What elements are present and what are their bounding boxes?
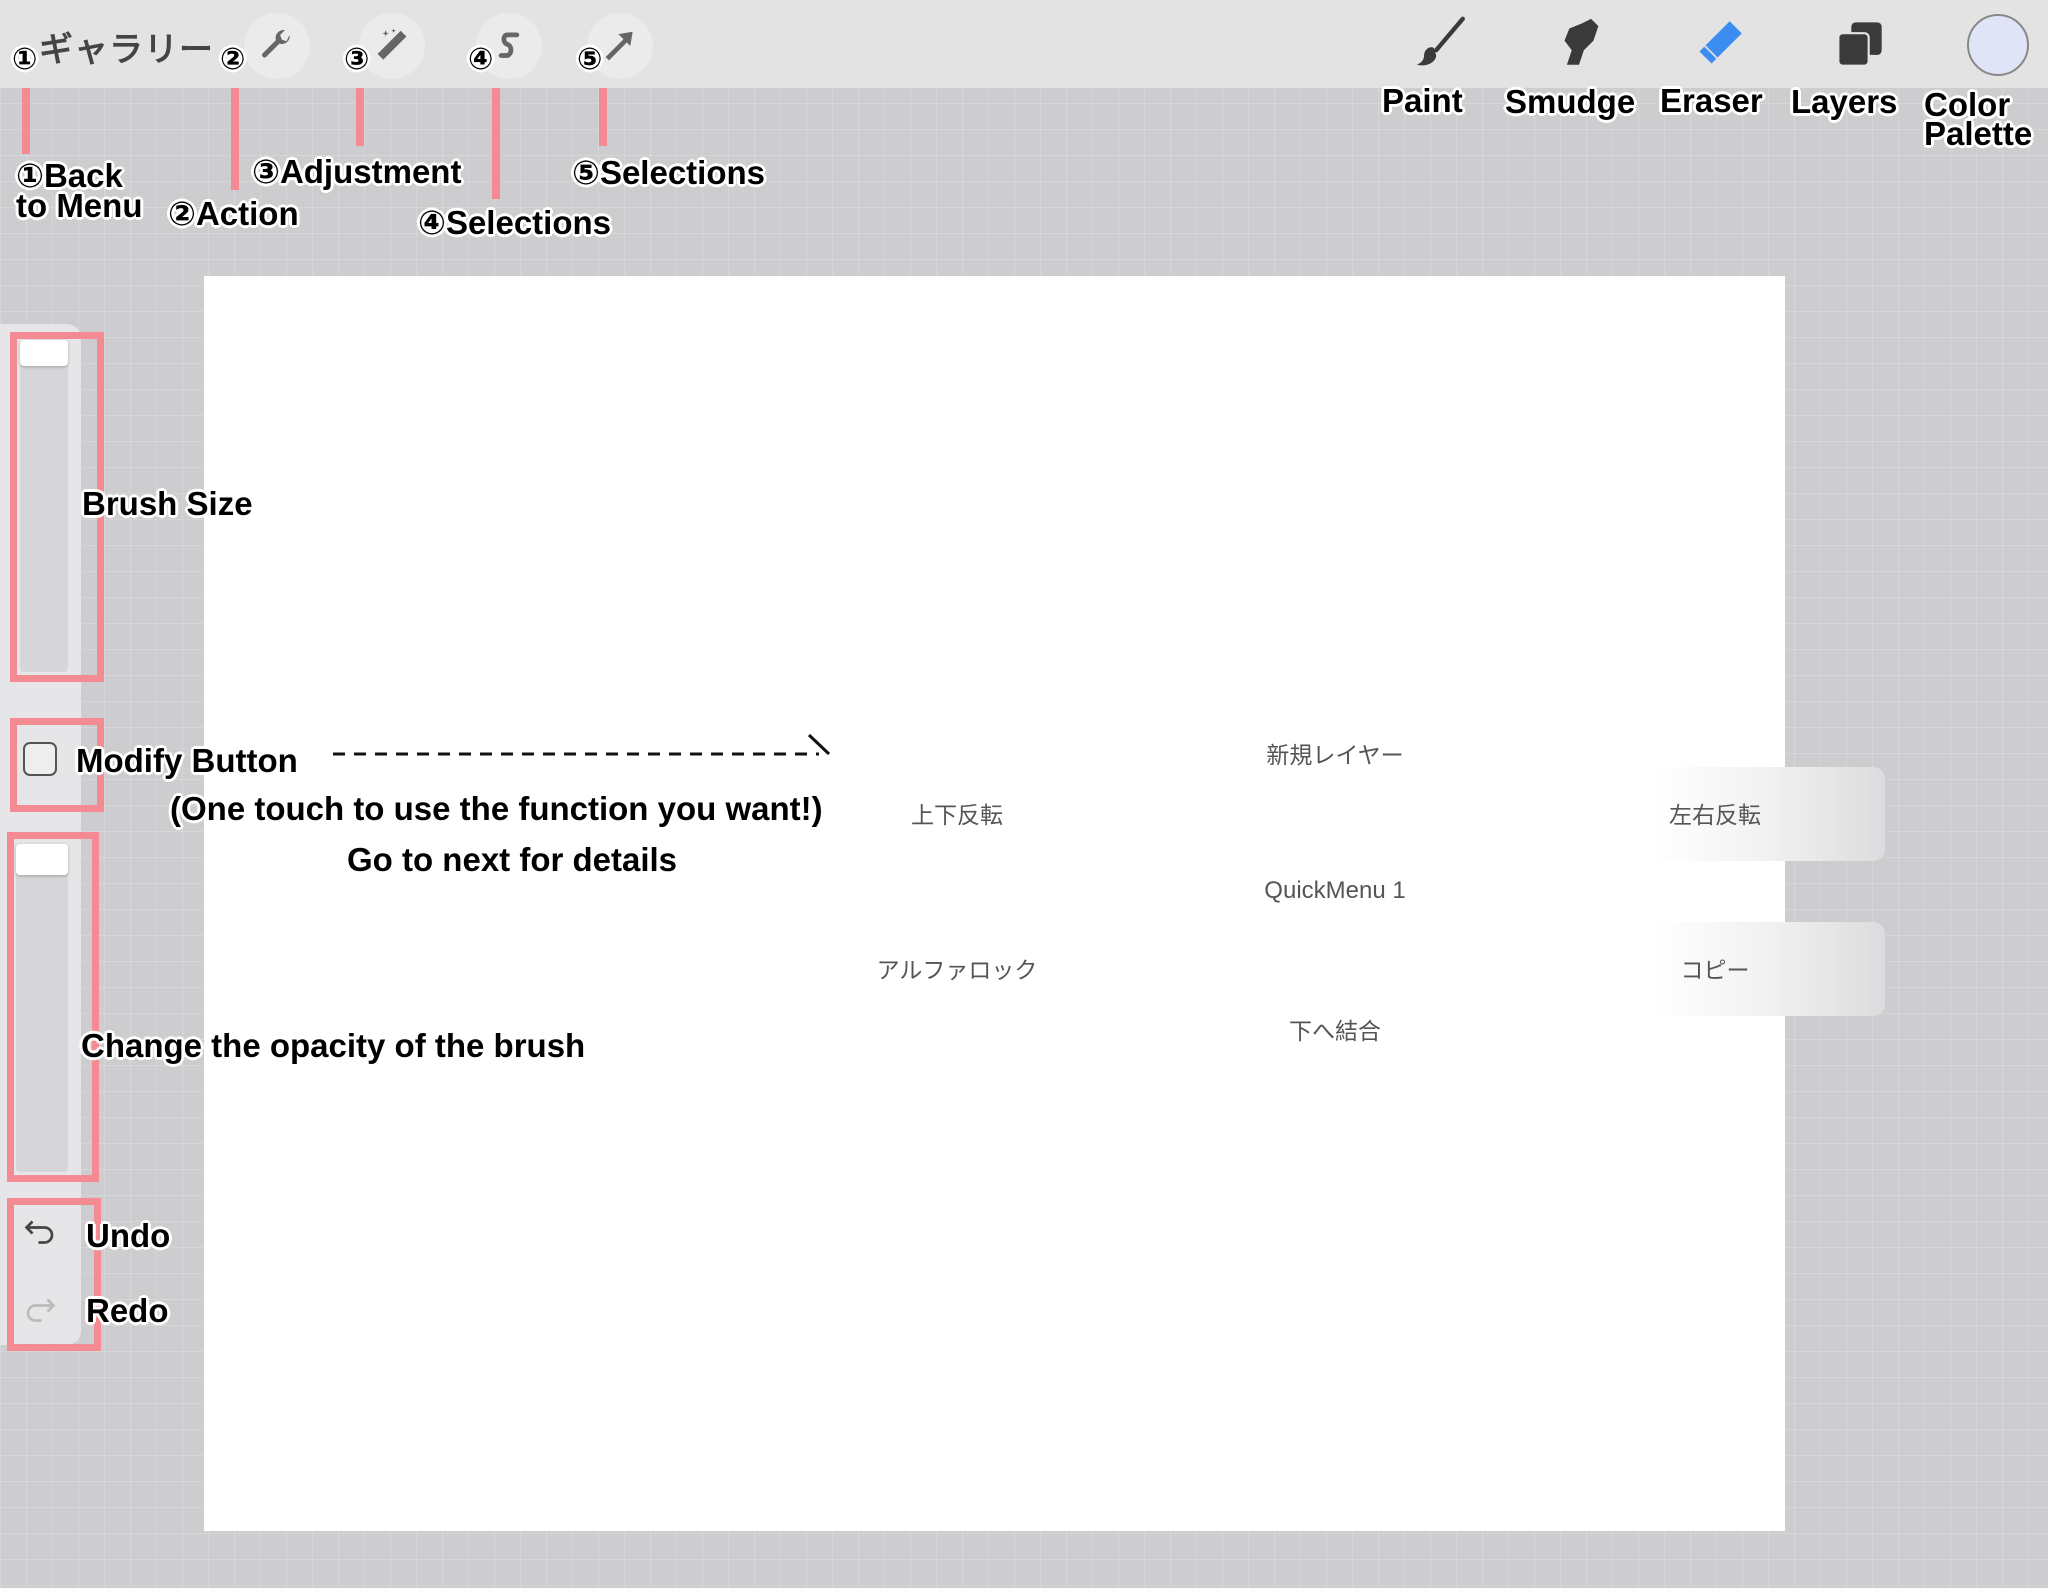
label-paint: Paint [1382,82,1463,119]
quickmenu-title: QuickMenu 1 [1264,877,1406,904]
quickmenu-flip-horizontal[interactable]: 左右反転 [1669,796,1761,830]
magic-wand-icon [377,28,407,60]
drawing-canvas[interactable] [204,276,1785,1531]
eraser-tool[interactable] [1690,14,1750,77]
annotation-line-2 [231,88,239,190]
annotation-number-4: ④ [468,43,494,76]
label-to-menu: to Menu [16,187,143,224]
label-palette: Palette [1924,115,2033,152]
annotation-number-2: ② [220,43,246,76]
quickmenu-flip-vertical[interactable]: 上下反転 [911,796,1003,830]
label-opacity: Change the opacity of the brush [81,1027,586,1064]
annotation-number-5: ⑤ [577,43,603,76]
smudge-tool[interactable] [1550,14,1608,77]
arrow-icon [605,31,633,61]
quickmenu-merge-down[interactable]: 下へ結合 [1289,1012,1381,1046]
gallery-button[interactable]: ギャラリー [39,22,214,71]
dashed-arrow [333,733,833,768]
annotation-line-4 [492,88,500,199]
label-modify-description: (One touch to use the function you want!… [170,790,823,827]
opacity-highlight [7,832,99,1182]
annotation-line-3 [356,88,364,146]
quickmenu-copy[interactable]: コピー [1681,951,1750,985]
label-adjustment: ③Adjustment [252,153,462,190]
label-redo: Redo [86,1292,169,1329]
color-palette-button[interactable] [1967,14,2029,76]
label-selections-5: ⑤Selections [572,154,766,191]
label-layers: Layers [1791,83,1898,120]
quickmenu-alpha-lock[interactable]: アルファロック [877,951,1038,985]
brush-icon [1416,16,1465,66]
annotation-line-5 [599,88,607,146]
layers-icon [1837,22,1882,67]
wrench-icon [262,30,290,58]
actions-button[interactable] [244,13,310,79]
label-undo: Undo [86,1217,171,1254]
smudge-finger-icon [1564,18,1599,65]
label-action: ②Action [168,195,299,232]
label-smudge: Smudge [1505,83,1636,120]
label-eraser: Eraser [1660,82,1763,119]
label-selections-4: ④Selections [418,204,612,241]
annotation-line-1 [22,88,30,154]
layers-tool[interactable] [1833,18,1887,75]
label-next-details: Go to next for details [347,841,678,878]
annotation-number-1: ① [12,43,38,76]
label-brush-size: Brush Size [82,485,253,522]
paint-tool[interactable] [1412,14,1470,77]
eraser-icon [1699,21,1742,64]
annotation-number-3: ③ [344,43,370,76]
quickmenu-new-layer[interactable]: 新規レイヤー [1266,736,1403,770]
selection-s-icon [498,32,520,58]
label-modify-button: Modify Button [76,742,298,779]
